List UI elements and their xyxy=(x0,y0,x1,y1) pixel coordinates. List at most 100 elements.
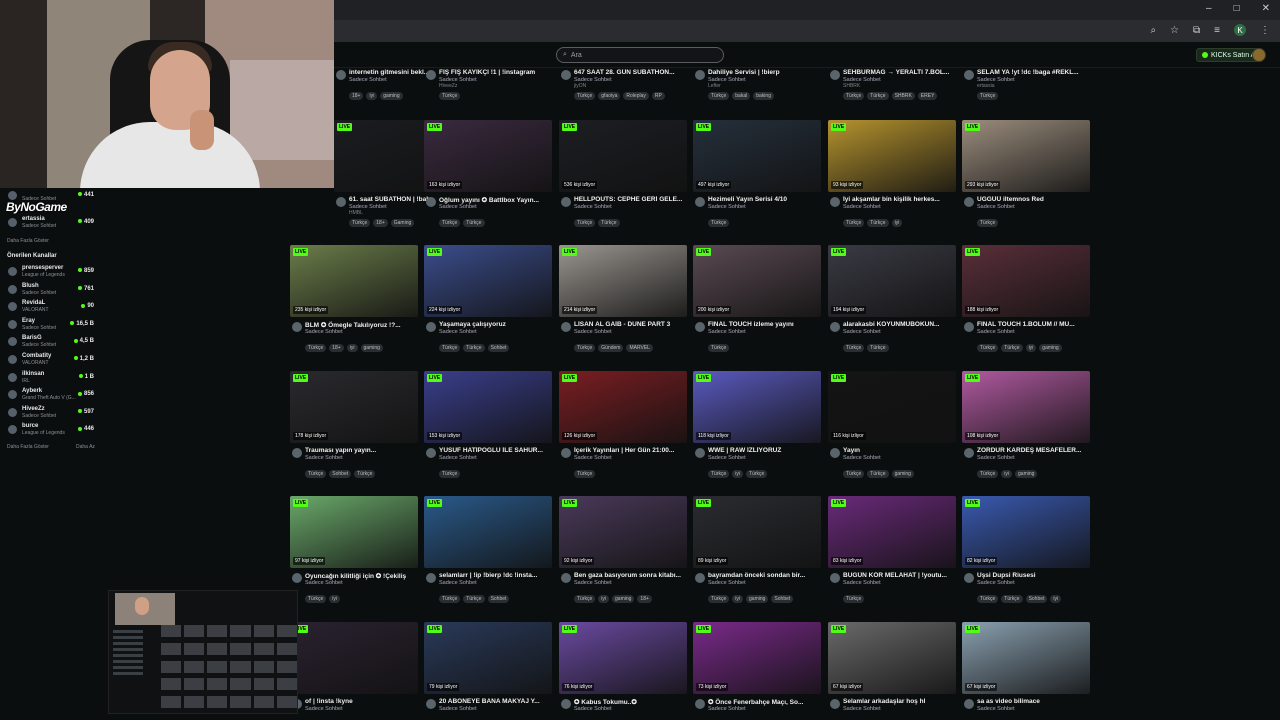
stream-tag[interactable]: Türkçe xyxy=(867,219,889,227)
stream-tag[interactable]: EREY xyxy=(917,92,938,100)
stream-tag[interactable]: Türkçe xyxy=(574,595,596,603)
stream-category[interactable]: Sadece Sohbet xyxy=(843,204,881,210)
stream-thumbnail[interactable]: LIVE 82 kişi izliyor xyxy=(962,496,1090,568)
stream-thumbnail[interactable]: LIVE 188 kişi izliyor xyxy=(962,245,1090,317)
streamer-name[interactable]: HMBL xyxy=(349,210,363,216)
stream-tag[interactable]: Türkçe xyxy=(439,219,461,227)
sidebar-channel[interactable]: ilkinsan IRL 1 B xyxy=(8,371,98,385)
profile-avatar[interactable]: K xyxy=(1234,24,1246,36)
stream-tag[interactable]: iyi xyxy=(891,219,903,227)
stream-tag[interactable]: Sohbet xyxy=(487,595,510,603)
stream-category[interactable]: Sadece Sohbet xyxy=(977,329,1015,335)
streamer-avatar[interactable] xyxy=(695,322,705,332)
stream-tag[interactable]: Türkçe xyxy=(598,219,620,227)
stream-category[interactable]: Sadece Sohbet xyxy=(439,329,477,335)
stream-tag[interactable]: Türkçe xyxy=(1001,595,1023,603)
stream-thumbnail[interactable]: LIVE 293 kişi izliyor xyxy=(962,120,1090,192)
stream-category[interactable]: Sadece Sohbet xyxy=(843,706,881,712)
streamer-avatar[interactable] xyxy=(830,322,840,332)
stream-tag[interactable]: iyi xyxy=(346,344,358,352)
streamer-name[interactable]: Lefter xyxy=(708,83,721,89)
stream-tag[interactable]: gaming xyxy=(1015,470,1038,478)
stream-thumbnail[interactable]: LIVE 497 kişi izliyor xyxy=(693,120,821,192)
stream-thumbnail[interactable]: LIVE 108 kişi izliyor xyxy=(962,371,1090,443)
stream-tag[interactable]: Türkçe xyxy=(867,92,889,100)
stream-category[interactable]: Sadece Sohbet xyxy=(574,329,612,335)
streamer-avatar[interactable] xyxy=(964,70,974,80)
streamer-avatar[interactable] xyxy=(336,197,346,207)
stream-category[interactable]: Sadece Sohbet xyxy=(305,580,343,586)
streamer-avatar[interactable] xyxy=(695,699,705,709)
stream-category[interactable]: Sadece Sohbet xyxy=(439,580,477,586)
stream-title[interactable]: Hezimeli Yayın Serisi 4/10 xyxy=(708,196,821,203)
stream-category[interactable]: Sadece Sohbet xyxy=(305,706,343,712)
stream-tag[interactable]: Türkçe xyxy=(708,470,730,478)
show-more-link[interactable]: Daha Fazla Göster xyxy=(7,238,49,244)
streamer-avatar[interactable] xyxy=(830,70,840,80)
stream-title[interactable]: sa as video bilimace xyxy=(977,698,1090,705)
streamer-avatar[interactable] xyxy=(830,699,840,709)
stream-thumbnail[interactable]: LIVE 67 kişi izliyor xyxy=(828,622,956,694)
stream-tag[interactable]: gaming xyxy=(746,595,769,603)
stream-title[interactable]: alarakasbi KOYUNMUBOKUN... xyxy=(843,321,956,328)
user-avatar[interactable] xyxy=(1252,48,1266,62)
stream-title[interactable]: Yaşamaya çalışıyoruz xyxy=(439,321,552,328)
stream-tag[interactable]: Türkçe xyxy=(574,470,596,478)
streamer-avatar[interactable] xyxy=(695,70,705,80)
stream-tag[interactable]: iyi xyxy=(598,595,610,603)
streamer-avatar[interactable] xyxy=(695,573,705,583)
stream-title[interactable]: ✪ Kabus Tokumu..✪ xyxy=(574,698,687,706)
streamer-name[interactable]: HiveeZz xyxy=(439,83,457,89)
sidebar-channel[interactable]: ertassia Sadece Sohbet 409 xyxy=(8,216,98,230)
streamer-avatar[interactable] xyxy=(964,699,974,709)
streamer-avatar[interactable] xyxy=(964,197,974,207)
streamer-avatar[interactable] xyxy=(964,322,974,332)
stream-category[interactable]: Sadece Sohbet xyxy=(977,706,1015,712)
streamer-avatar[interactable] xyxy=(292,573,302,583)
streamer-avatar[interactable] xyxy=(336,70,346,80)
stream-title[interactable]: ✪ Önce Fenerbahçe Maçı, So... xyxy=(708,698,821,706)
stream-thumbnail[interactable]: LIVE xyxy=(290,622,418,694)
stream-category[interactable]: Sadece Sohbet xyxy=(977,580,1015,586)
streamer-name[interactable]: SHBRK xyxy=(843,83,860,89)
stream-title[interactable]: FINAL TOUCH izleme yayını xyxy=(708,321,821,328)
stream-tag[interactable]: 18+ xyxy=(329,344,344,352)
stream-title[interactable]: UĞĞÜÜ iltemnos Red xyxy=(977,196,1090,203)
picture-in-picture-preview[interactable] xyxy=(108,590,298,714)
stream-tag[interactable]: RP xyxy=(651,92,665,100)
streamer-avatar[interactable] xyxy=(426,573,436,583)
streamer-avatar[interactable] xyxy=(561,322,571,332)
stream-tag[interactable]: Türkçe xyxy=(977,344,999,352)
stream-tag[interactable]: bakal xyxy=(732,92,751,100)
stream-title[interactable]: BUGÜN KÖR MELAHAT | !youtu... xyxy=(843,572,956,579)
stream-category[interactable]: Sadece Sohbet xyxy=(439,204,477,210)
streamer-avatar[interactable] xyxy=(695,197,705,207)
stream-tag[interactable]: Türkçe xyxy=(708,219,730,227)
sidebar-channel[interactable]: HiveeZz Sadece Sohbet 597 xyxy=(8,406,98,420)
streamer-avatar[interactable] xyxy=(830,573,840,583)
stream-category[interactable]: Sadece Sohbet xyxy=(439,455,477,461)
stream-title[interactable]: bayramdan önceki sondan bir... xyxy=(708,572,821,579)
stream-tag[interactable]: MARVEL xyxy=(626,344,653,352)
stream-title[interactable]: Uşsi Dupsi Riusesi xyxy=(977,572,1090,579)
stream-tag[interactable]: baking xyxy=(753,92,774,100)
stream-title[interactable]: Yayın xyxy=(843,447,956,454)
stream-thumbnail[interactable]: LIVE 235 kişi izliyor xyxy=(290,245,418,317)
stream-tag[interactable]: iyi xyxy=(1025,344,1037,352)
streamer-avatar[interactable] xyxy=(426,197,436,207)
media-icon[interactable]: ≡ xyxy=(1214,25,1220,36)
stream-tag[interactable]: iyi xyxy=(366,92,378,100)
stream-tag[interactable]: Türkçe xyxy=(708,344,730,352)
stream-category[interactable]: Sadece Sohbet xyxy=(708,706,746,712)
show-less-link[interactable]: Daha Az xyxy=(76,444,95,450)
stream-tag[interactable]: gaming xyxy=(1039,344,1062,352)
stream-tag[interactable]: Türkçe xyxy=(977,219,999,227)
stream-tag[interactable]: Türkçe xyxy=(463,219,485,227)
stream-tag[interactable]: Türkçe xyxy=(867,470,889,478)
stream-tag[interactable]: gaming xyxy=(360,344,383,352)
stream-tag[interactable]: Türkçe xyxy=(746,470,768,478)
stream-thumbnail[interactable]: LIVE 163 kişi izliyor xyxy=(424,120,552,192)
stream-title[interactable]: FINAL TOUCH 1.BÖLÜM // MU... xyxy=(977,321,1090,328)
stream-category[interactable]: Sadece Sohbet xyxy=(574,580,612,586)
streamer-avatar[interactable] xyxy=(964,573,974,583)
